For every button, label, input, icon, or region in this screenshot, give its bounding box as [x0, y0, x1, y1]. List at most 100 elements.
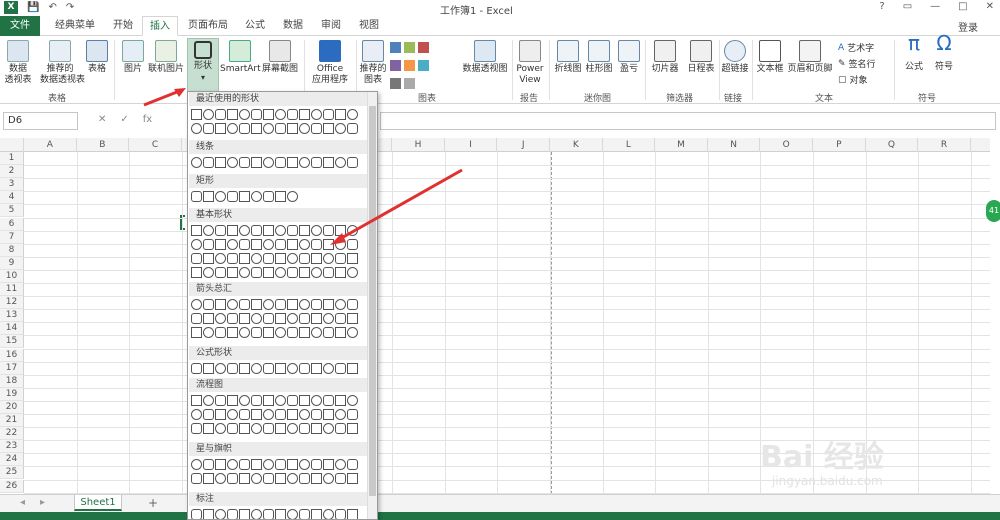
side-badge[interactable]: 41 [986, 200, 1000, 222]
screenshot-button[interactable]: 屏幕截图 [260, 40, 300, 75]
shape-icon[interactable] [275, 423, 286, 434]
shape-icon[interactable] [215, 473, 226, 484]
timeline-button[interactable]: 日程表 [684, 40, 718, 75]
login-link[interactable]: 登录 [958, 19, 978, 34]
sparkline-line-button[interactable]: 折线图 [553, 40, 583, 75]
shape-icon[interactable] [227, 253, 238, 264]
tab-classic-menu[interactable]: 经典菜单 [44, 16, 106, 36]
textbox-button[interactable]: 文本框 [754, 40, 786, 75]
shape-icon[interactable] [215, 191, 226, 202]
shape-icon[interactable] [335, 123, 346, 134]
shape-icon[interactable] [239, 459, 250, 470]
row-header[interactable]: 10 [0, 269, 24, 283]
tab-page-layout[interactable]: 页面布局 [182, 16, 234, 36]
shape-icon[interactable] [215, 409, 226, 420]
shape-icon[interactable] [227, 157, 238, 168]
tab-formulas[interactable]: 公式 [238, 16, 272, 36]
shape-icon[interactable] [251, 509, 262, 519]
shape-icon[interactable] [191, 327, 202, 338]
shape-icon[interactable] [323, 109, 334, 120]
shape-icon[interactable] [251, 395, 262, 406]
shape-icon[interactable] [239, 239, 250, 250]
shape-icon[interactable] [203, 473, 214, 484]
office-apps-button[interactable]: Office 应用程序 [306, 40, 354, 86]
shape-icon[interactable] [335, 327, 346, 338]
shape-icon[interactable] [347, 299, 358, 310]
shape-icon[interactable] [311, 109, 322, 120]
pivot-table-button[interactable]: 数据 透视表 [2, 40, 34, 86]
shape-icon[interactable] [203, 509, 214, 519]
shape-icon[interactable] [215, 509, 226, 519]
shape-icon[interactable] [347, 109, 358, 120]
shape-icon[interactable] [347, 313, 358, 324]
shape-icon[interactable] [275, 253, 286, 264]
shape-icon[interactable] [251, 459, 262, 470]
shape-icon[interactable] [311, 395, 322, 406]
shape-icon[interactable] [263, 299, 274, 310]
shape-icon[interactable] [251, 409, 262, 420]
ribbon-display-icon[interactable]: ▭ [903, 1, 912, 12]
save-icon[interactable]: 💾 [27, 2, 39, 13]
shape-icon[interactable] [215, 157, 226, 168]
shape-icon[interactable] [203, 225, 214, 236]
shape-icon[interactable] [299, 473, 310, 484]
shape-icon[interactable] [203, 327, 214, 338]
shape-icon[interactable] [347, 509, 358, 519]
shape-icon[interactable] [275, 327, 286, 338]
shape-icon[interactable] [263, 239, 274, 250]
object-button[interactable]: ▢ 对象 [838, 73, 868, 87]
shape-icon[interactable] [299, 509, 310, 519]
shape-icon[interactable] [335, 253, 346, 264]
shape-icon[interactable] [203, 253, 214, 264]
row-header[interactable]: 7 [0, 230, 24, 244]
row-header[interactable]: 5 [0, 204, 24, 218]
shape-icon[interactable] [239, 225, 250, 236]
shape-icon[interactable] [335, 299, 346, 310]
shape-icon[interactable] [275, 395, 286, 406]
shape-icon[interactable] [215, 239, 226, 250]
select-all-corner[interactable] [0, 138, 24, 152]
shape-icon[interactable] [287, 363, 298, 374]
shape-icon[interactable] [191, 409, 202, 420]
shape-icon[interactable] [251, 253, 262, 264]
column-header[interactable]: B [77, 138, 130, 152]
sparkline-winloss-button[interactable]: 盈亏 [616, 40, 642, 75]
recommended-pivot-button[interactable]: 推荐的 数据透视表 [40, 40, 85, 86]
shape-icon[interactable] [251, 473, 262, 484]
shape-icon[interactable] [275, 299, 286, 310]
shape-icon[interactable] [335, 157, 346, 168]
shape-icon[interactable] [335, 225, 346, 236]
shape-icon[interactable] [203, 157, 214, 168]
minimize-icon[interactable]: — [930, 1, 940, 12]
shape-icon[interactable] [323, 509, 334, 519]
smartart-button[interactable]: SmartArt [220, 40, 261, 75]
shape-icon[interactable] [323, 123, 334, 134]
shape-icon[interactable] [227, 459, 238, 470]
shape-icon[interactable] [299, 459, 310, 470]
shape-icon[interactable] [275, 267, 286, 278]
shape-icon[interactable] [215, 313, 226, 324]
recommended-charts-button[interactable]: 推荐的 图表 [358, 40, 388, 86]
signature-line-button[interactable]: ✎ 签名行 [838, 57, 876, 71]
shape-icon[interactable] [299, 313, 310, 324]
shape-icon[interactable] [323, 395, 334, 406]
shape-icon[interactable] [215, 459, 226, 470]
shape-icon[interactable] [311, 225, 322, 236]
tab-home[interactable]: 开始 [106, 16, 140, 36]
shape-icon[interactable] [263, 109, 274, 120]
shape-icon[interactable] [227, 299, 238, 310]
column-header[interactable]: I [445, 138, 498, 152]
shape-icon[interactable] [335, 473, 346, 484]
shape-icon[interactable] [227, 313, 238, 324]
row-header[interactable]: 14 [0, 322, 24, 336]
shape-icon[interactable] [275, 157, 286, 168]
shape-icon[interactable] [275, 225, 286, 236]
shape-icon[interactable] [347, 253, 358, 264]
shape-icon[interactable] [227, 473, 238, 484]
shape-icon[interactable] [347, 225, 358, 236]
row-header[interactable]: 1 [0, 152, 24, 165]
column-header[interactable]: P [813, 138, 866, 152]
scroll-right-icon[interactable]: ▸ [40, 497, 45, 508]
shape-icon[interactable] [275, 509, 286, 519]
shape-icon[interactable] [347, 459, 358, 470]
